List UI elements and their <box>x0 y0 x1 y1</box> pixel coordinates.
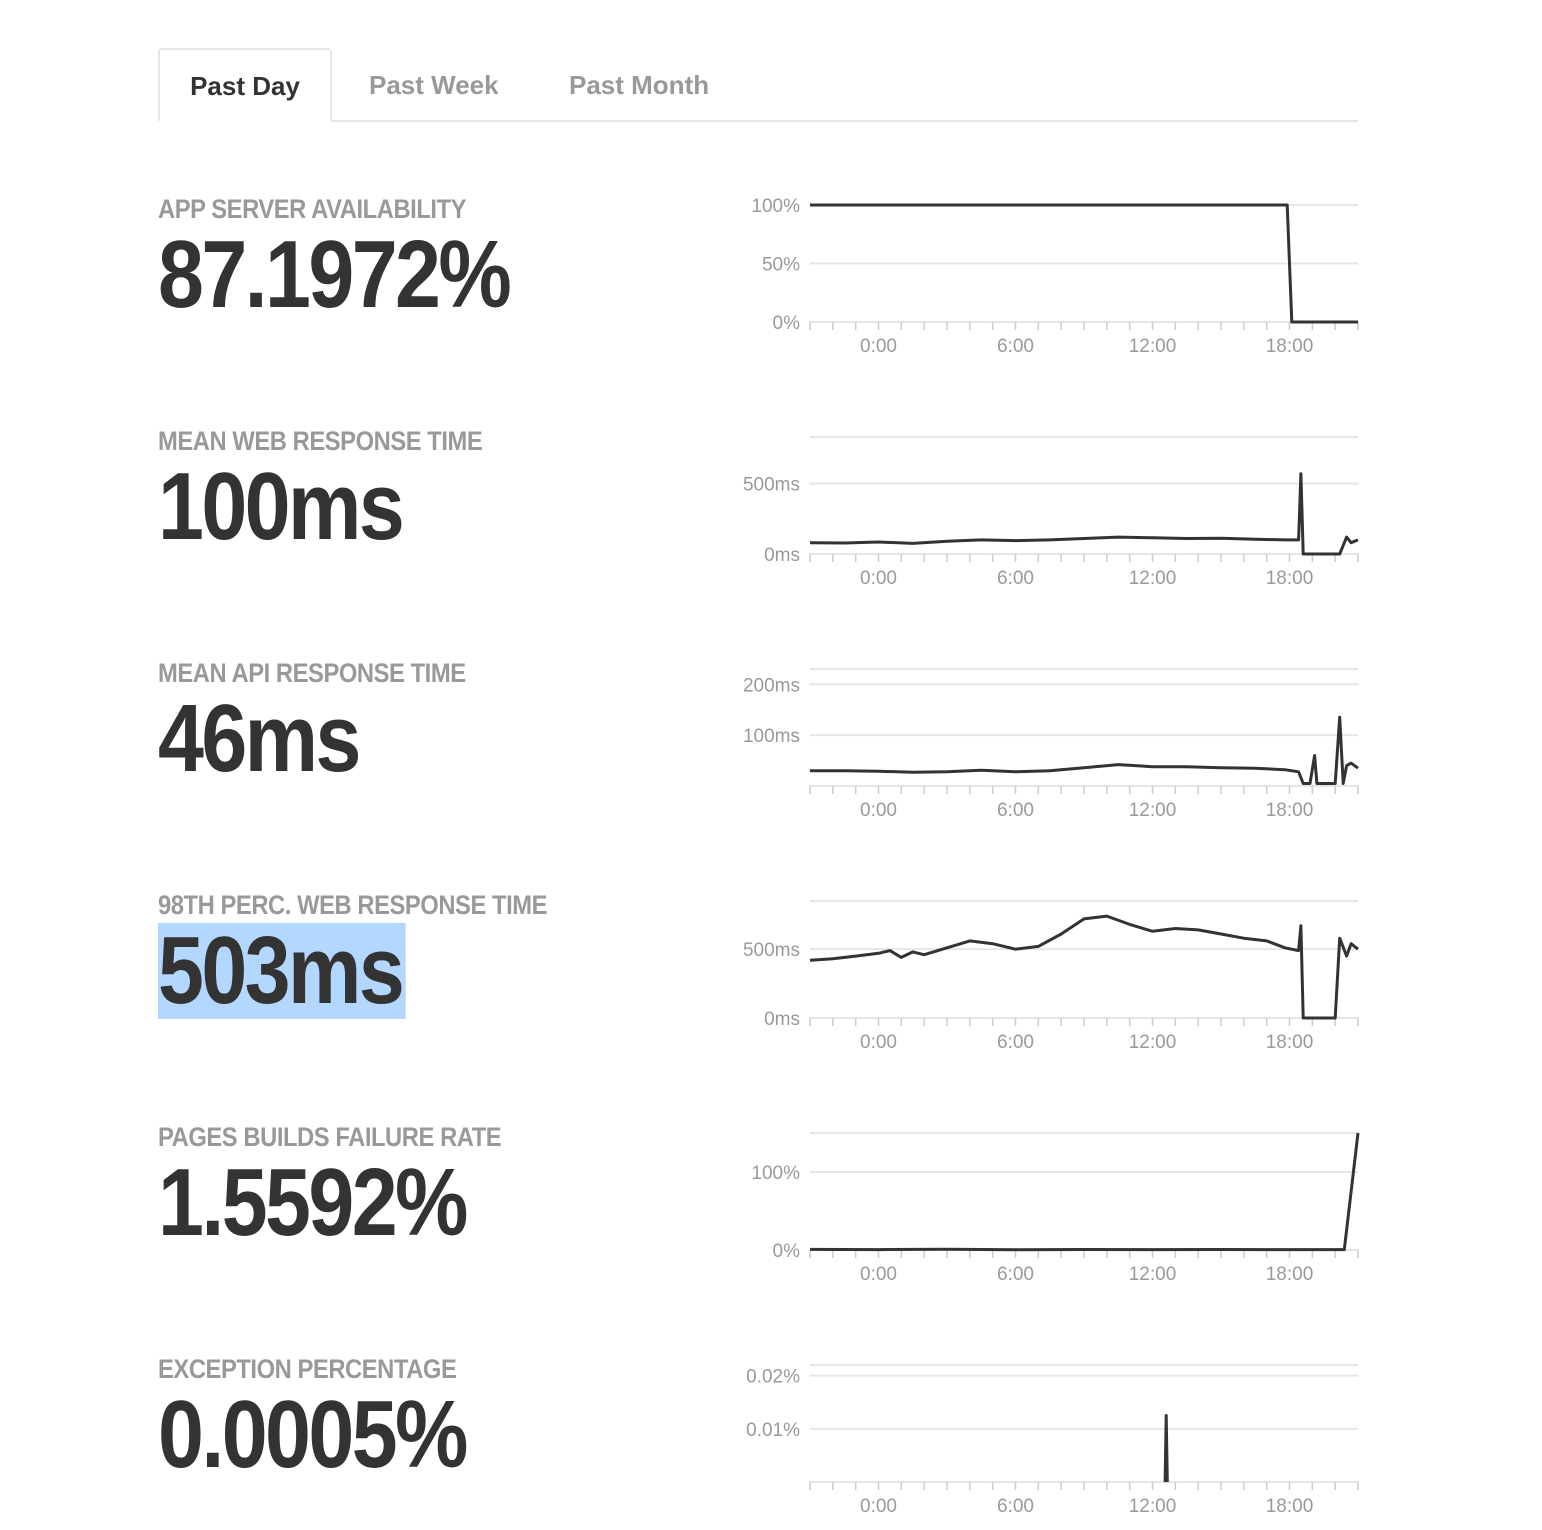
x-tick-label: 6:00 <box>997 1496 1034 1517</box>
x-tick-label: 6:00 <box>997 800 1034 821</box>
metric-value: 0.0005% <box>158 1381 468 1488</box>
y-tick-label: 0ms <box>764 545 800 566</box>
series-line <box>809 472 1359 556</box>
metric-pages-builds-failure-rate: PAGES BUILDS FAILURE RATE 1.5592% <box>158 1122 718 1251</box>
x-tick-label: 12:00 <box>1129 336 1177 357</box>
x-tick-label: 12:00 <box>1129 1032 1177 1053</box>
metric-value: 503ms <box>158 923 406 1019</box>
x-tick-label: 0:00 <box>860 1496 897 1517</box>
metric-value: 46ms <box>158 685 361 792</box>
web-response-chart: 0ms 500ms 0:00 6:00 12:00 18:00 <box>743 436 1359 589</box>
y-tick-label: 100% <box>751 196 800 217</box>
y-tick-label: 500ms <box>743 475 800 496</box>
x-tick-label: 0:00 <box>860 336 897 357</box>
x-tick-label: 18:00 <box>1266 568 1314 589</box>
x-tick-label: 12:00 <box>1129 1264 1177 1285</box>
x-tick-label: 18:00 <box>1266 800 1314 821</box>
x-tick-label: 18:00 <box>1266 336 1314 357</box>
x-tick-label: 0:00 <box>860 1264 897 1285</box>
metric-value: 100ms <box>158 453 405 560</box>
y-tick-label: 200ms <box>743 675 800 696</box>
metric-mean-api-response-time: MEAN API RESPONSE TIME 46ms <box>158 658 718 787</box>
tab-past-week[interactable]: Past Week <box>369 48 499 120</box>
y-tick-label: 0.02% <box>746 1367 800 1388</box>
x-tick-label: 6:00 <box>997 1032 1034 1053</box>
y-tick-label: 0% <box>773 313 801 334</box>
x-tick-label: 6:00 <box>997 336 1034 357</box>
metric-value: 87.1972% <box>158 221 512 328</box>
x-tick-label: 12:00 <box>1129 568 1177 589</box>
x-tick-label: 0:00 <box>860 1032 897 1053</box>
y-tick-label: 0ms <box>764 1009 800 1030</box>
x-tick-label: 0:00 <box>860 568 897 589</box>
y-tick-label: 0% <box>773 1241 801 1262</box>
x-tick-label: 6:00 <box>997 568 1034 589</box>
perc98-response-chart: 0ms 500ms 0:00 6:00 12:00 18:00 <box>743 900 1359 1053</box>
exception-chart: 0.01% 0.02% 0:00 6:00 12:00 18:00 <box>746 1364 1359 1517</box>
x-tick-label: 18:00 <box>1266 1032 1314 1053</box>
y-tick-label: 0.01% <box>746 1420 800 1441</box>
x-tick-label: 6:00 <box>997 1264 1034 1285</box>
metric-app-server-availability: APP SERVER AVAILABILITY 87.1972% <box>158 194 718 323</box>
x-tick-label: 0:00 <box>860 800 897 821</box>
y-tick-label: 100ms <box>743 726 800 747</box>
x-tick-label: 12:00 <box>1129 800 1177 821</box>
metric-value: 1.5592% <box>158 1149 468 1256</box>
series-line <box>809 914 1359 1020</box>
series-line <box>809 1132 1360 1252</box>
metric-exception-percentage: EXCEPTION PERCENTAGE 0.0005% <box>158 1354 718 1483</box>
metric-98th-perc-web-response-time: 98TH PERC. WEB RESPONSE TIME 503ms <box>158 890 718 1019</box>
y-tick-label: 100% <box>751 1163 800 1184</box>
x-tick-label: 12:00 <box>1129 1496 1177 1517</box>
x-tick-label: 18:00 <box>1266 1264 1314 1285</box>
y-tick-label: 50% <box>762 255 800 276</box>
pages-failure-chart: 0% 100% 0:00 6:00 12:00 18:00 <box>751 1132 1360 1285</box>
series-line <box>810 715 1359 785</box>
x-tick-label: 18:00 <box>1266 1496 1314 1517</box>
metric-mean-web-response-time: MEAN WEB RESPONSE TIME 100ms <box>158 426 718 555</box>
y-tick-label: 500ms <box>743 940 800 961</box>
series-line <box>1163 1414 1169 1483</box>
time-range-tabs: Past Day Past Week Past Month <box>158 48 1358 122</box>
tab-past-month[interactable]: Past Month <box>569 48 709 120</box>
api-response-chart: 100ms 200ms 0:00 6:00 12:00 18:00 <box>743 668 1359 821</box>
tabs-baseline <box>158 120 1358 122</box>
availability-chart: 0% 50% 100% 0:00 6:00 12:00 18:00 <box>751 196 1359 357</box>
tab-past-day[interactable]: Past Day <box>158 48 332 122</box>
